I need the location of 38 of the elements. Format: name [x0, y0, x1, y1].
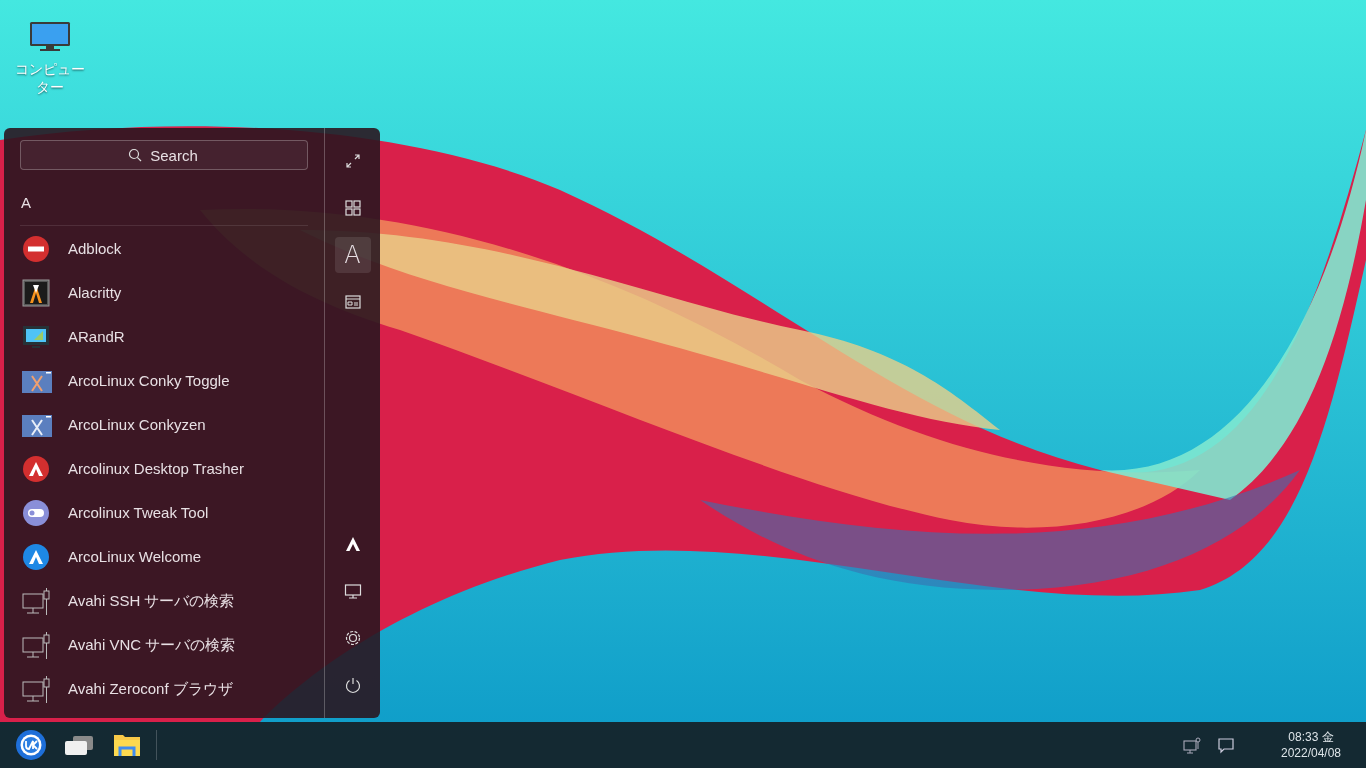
network-computer-icon: [22, 630, 52, 661]
alphabetical-view-button[interactable]: A: [334, 237, 371, 273]
chat-bubble-button[interactable]: [1216, 735, 1236, 755]
app-list-item[interactable]: ArcoLinux Welcome: [20, 535, 308, 580]
start-menu-button[interactable]: [14, 728, 48, 762]
grid-icon: [343, 199, 362, 217]
chat-bubble-icon: [1217, 736, 1235, 754]
app-list-item[interactable]: ARandR: [20, 315, 308, 360]
arch-logo-icon: [343, 535, 362, 553]
terminal-icon: [22, 278, 52, 309]
expand-icon: [343, 152, 362, 170]
monitor-icon: [343, 582, 362, 600]
arch-logo-icon: [22, 542, 52, 573]
list-icon: [343, 293, 362, 311]
search-icon: [128, 148, 142, 162]
stop-sign-icon: [22, 234, 52, 265]
arch-logo-icon: [22, 454, 52, 485]
network-computer-icon: [1183, 736, 1201, 754]
round-logo-icon: [15, 729, 47, 761]
app-list-item[interactable]: Arcolinux Tweak Tool: [20, 491, 308, 536]
section-heading: A: [20, 193, 31, 213]
toggle-icon: [22, 498, 52, 529]
desktop-icon-label: コンピューター: [14, 60, 86, 96]
settings-icon: [343, 629, 362, 647]
clock-time[interactable]: 08:33 金: [1288, 729, 1334, 745]
app-list-item[interactable]: Alacritty: [20, 271, 308, 316]
power-icon: [343, 676, 362, 694]
app-list-item[interactable]: Adblock: [20, 227, 308, 272]
app-list-item[interactable]: Avahi Zeroconf ブラウザ: [20, 667, 308, 712]
app-list-item[interactable]: ArcoLinux Conky Toggle: [20, 359, 308, 404]
app-list-item[interactable]: ArcoLinux Conkyzen: [20, 403, 308, 448]
network-computer-icon: [22, 674, 52, 705]
app-list-item[interactable]: Avahi SSH サーバの検索: [20, 579, 308, 624]
app-list-item[interactable]: Arcolinux Desktop Trasher: [20, 447, 308, 492]
clock-date[interactable]: 2022/04/08: [1280, 745, 1342, 761]
network-computer-icon: [22, 586, 52, 617]
app-list-item[interactable]: Avahi VNC サーバの検索: [20, 623, 308, 668]
network-computer-button[interactable]: [1182, 735, 1202, 755]
